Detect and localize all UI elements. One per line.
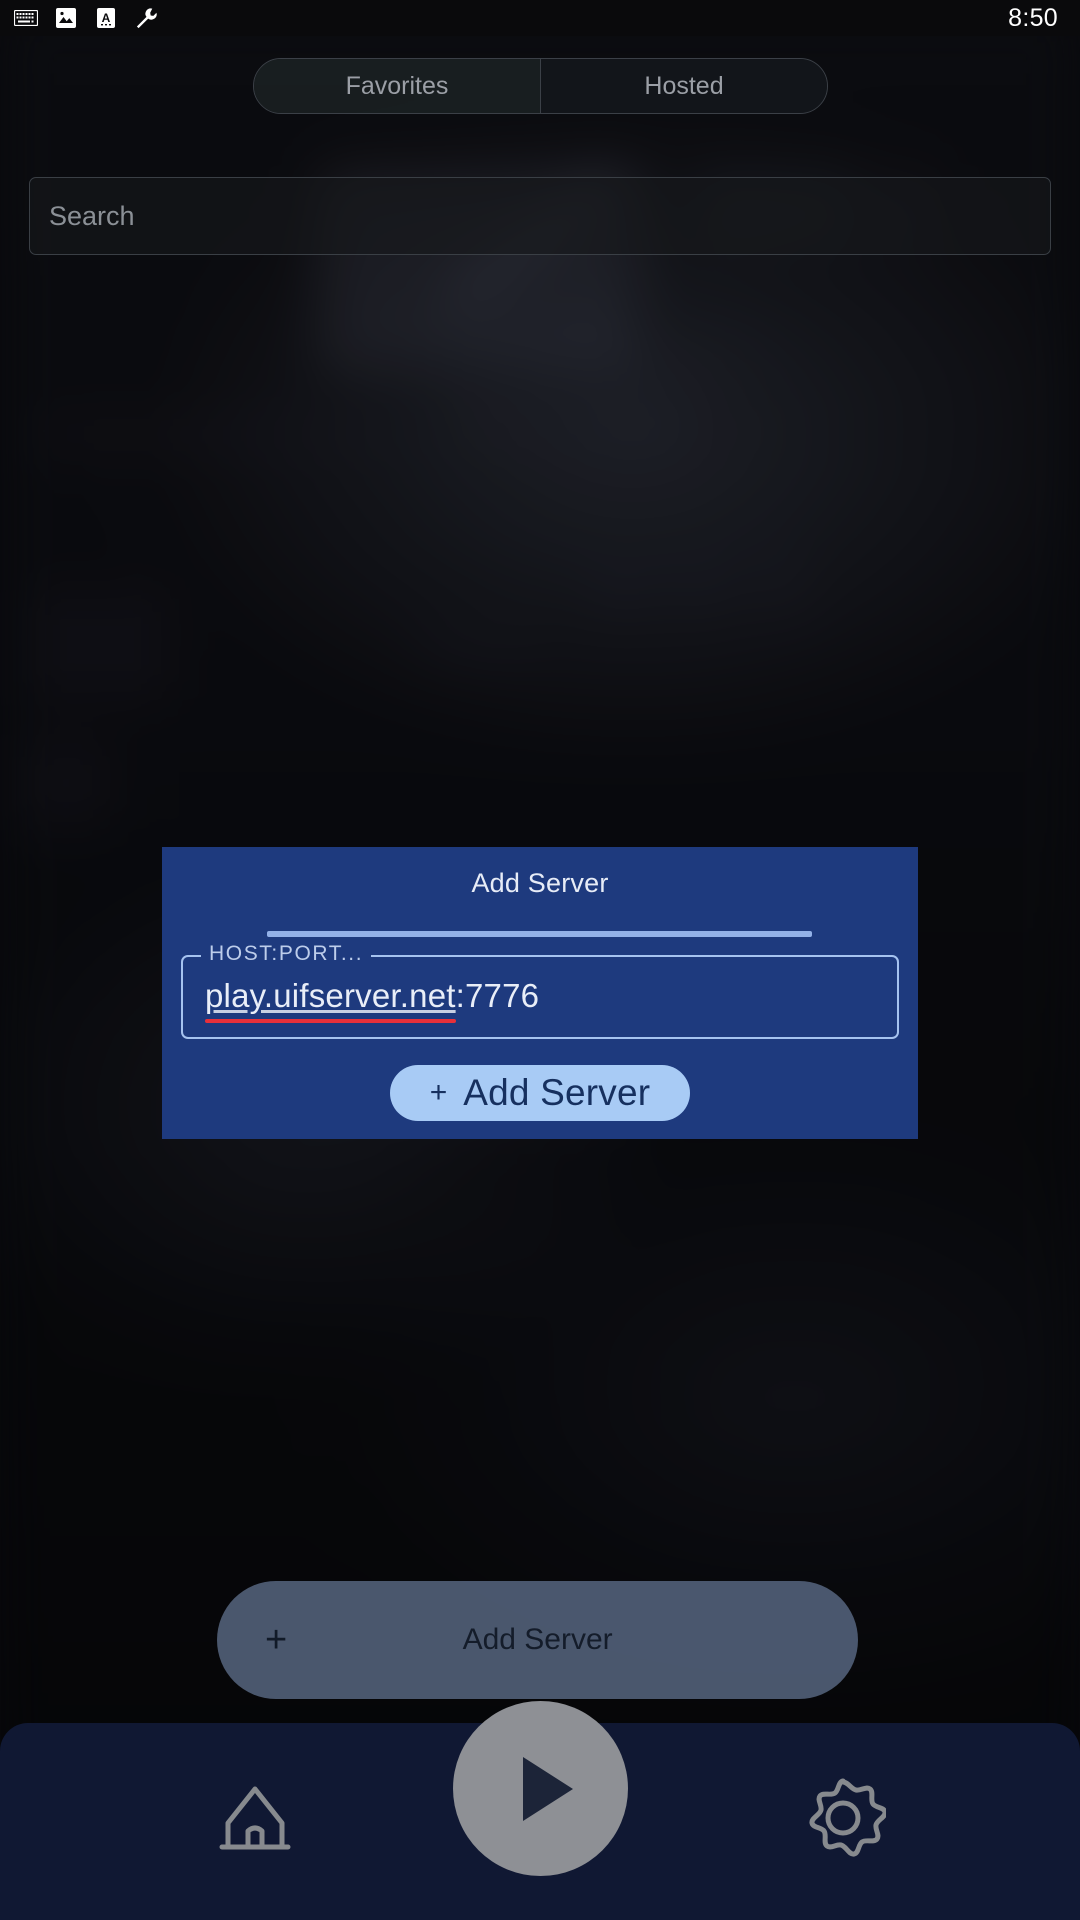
bg-card xyxy=(20,740,110,830)
bg-card xyxy=(420,630,530,660)
add-server-label: Add Server xyxy=(462,1623,613,1656)
add-server-dialog: Add Server HOST:PORT... play.uifserver.n… xyxy=(162,847,918,1139)
wrench-icon xyxy=(132,4,160,32)
dialog-title: Add Server xyxy=(471,868,609,898)
bottom-navigation xyxy=(0,1701,1080,1920)
status-bar-icons: A xyxy=(0,4,160,32)
host-value-port: :7776 xyxy=(455,977,540,1014)
bg-card xyxy=(30,590,170,700)
search-placeholder: Search xyxy=(49,200,135,231)
search-input[interactable]: Search xyxy=(29,177,1051,255)
host-port-value: play.uifserver.net:7776 xyxy=(205,977,539,1015)
tab-favorites[interactable]: Favorites xyxy=(254,59,540,113)
server-list-tabs: Favorites Hosted xyxy=(253,58,828,114)
bg-card xyxy=(30,420,410,450)
app-root: A 8:50 Favorites Hosted Search Add Serve… xyxy=(0,0,1080,1920)
plus-icon: + xyxy=(265,1619,288,1661)
dialog-add-server-label: Add Server xyxy=(463,1072,651,1113)
bg-card xyxy=(440,345,710,367)
add-server-button[interactable]: + Add Server xyxy=(217,1581,858,1699)
image-icon xyxy=(52,4,80,32)
bg-card xyxy=(440,390,700,410)
bg-card xyxy=(680,555,728,621)
host-value-misspelled: play.uifserver.net xyxy=(205,977,456,1014)
bg-card xyxy=(716,405,760,451)
plus-icon: + xyxy=(429,1076,448,1109)
keyboard-icon xyxy=(12,4,40,32)
bg-card xyxy=(600,555,648,621)
dialog-add-server-button[interactable]: + Add Server xyxy=(390,1065,690,1121)
status-bar: A 8:50 xyxy=(0,0,1080,36)
play-icon[interactable] xyxy=(453,1701,628,1876)
play-triangle xyxy=(522,1756,573,1821)
tab-hosted[interactable]: Hosted xyxy=(540,59,827,113)
home-icon[interactable] xyxy=(205,1768,305,1868)
svg-text:A: A xyxy=(102,11,111,25)
gear-icon[interactable] xyxy=(793,1768,893,1868)
host-port-label: HOST:PORT... xyxy=(201,942,372,966)
font-a-icon: A xyxy=(92,4,120,32)
host-port-field[interactable]: HOST:PORT... play.uifserver.net:7776 xyxy=(181,942,899,1039)
status-bar-clock: 8:50 xyxy=(1008,3,1058,32)
bg-card xyxy=(760,555,808,621)
bg-card xyxy=(712,340,760,374)
bg-card xyxy=(440,425,695,445)
dialog-divider xyxy=(267,931,812,937)
